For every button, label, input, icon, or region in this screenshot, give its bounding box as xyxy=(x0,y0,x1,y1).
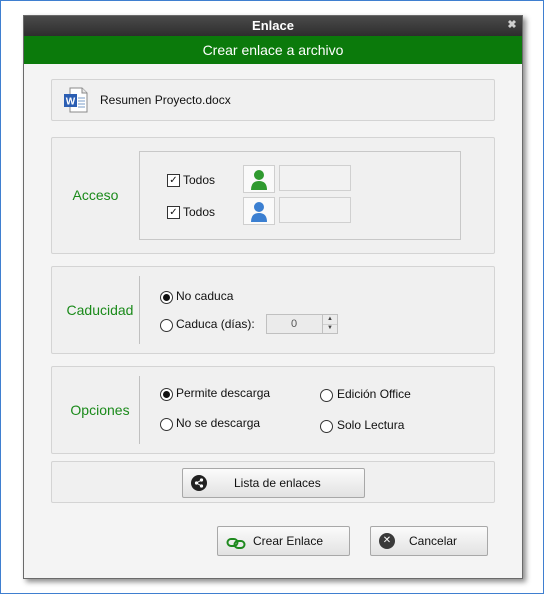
close-icon[interactable]: ✖ xyxy=(506,19,518,31)
days-stepper[interactable]: 0 ▲ ▼ xyxy=(266,314,338,334)
window-title: Enlace xyxy=(252,18,294,33)
radio-permite-descarga-label: Permite descarga xyxy=(176,386,271,400)
acceso-box: ✓ Todos ✓ Todos xyxy=(139,151,461,240)
radio-no-caduca[interactable] xyxy=(160,291,173,304)
create-link-label: Crear Enlace xyxy=(253,534,324,548)
cancel-icon: ✕ xyxy=(379,533,395,549)
word-document-icon: W xyxy=(64,87,88,113)
acceso-checkbox-1[interactable]: ✓ xyxy=(167,174,180,187)
opciones-divider xyxy=(139,376,140,444)
stepper-down-icon[interactable]: ▼ xyxy=(323,324,337,333)
acceso-checkbox-1-label: Todos xyxy=(183,173,216,187)
list-links-panel: Lista de enlaces xyxy=(51,461,495,503)
cancel-button[interactable]: ✕ Cancelar xyxy=(370,526,488,556)
days-stepper-buttons: ▲ ▼ xyxy=(322,315,337,333)
list-links-button[interactable]: Lista de enlaces xyxy=(182,468,365,498)
acceso-field-1[interactable] xyxy=(279,165,351,191)
user-green-icon xyxy=(251,170,267,190)
word-badge-letter: W xyxy=(66,97,76,108)
radio-caduca-dias[interactable] xyxy=(160,319,173,332)
radio-solo-lectura[interactable] xyxy=(320,420,333,433)
cancel-label: Cancelar xyxy=(409,534,458,548)
radio-edicion-office-label: Edición Office xyxy=(337,387,411,401)
days-value[interactable]: 0 xyxy=(267,315,321,333)
radio-no-caduca-label: No caduca xyxy=(176,289,234,303)
caducidad-panel: Caducidad No caduca Caduca (días): 0 ▲ ▼ xyxy=(51,266,495,354)
header-banner: Crear enlace a archivo xyxy=(24,36,522,64)
user-green-icon-box[interactable] xyxy=(243,165,275,193)
create-link-button[interactable]: Crear Enlace xyxy=(217,526,350,556)
acceso-label: Acceso xyxy=(72,187,119,203)
link-icon xyxy=(226,533,246,549)
share-icon xyxy=(191,475,207,491)
dialog-window: Enlace ✖ Crear enlace a archivo W Resume… xyxy=(23,15,523,579)
radio-caduca-dias-label: Caduca (días): xyxy=(176,317,255,331)
list-links-label: Lista de enlaces xyxy=(234,476,321,490)
title-bar: Enlace ✖ xyxy=(24,16,522,36)
radio-solo-lectura-label: Solo Lectura xyxy=(337,418,405,432)
user-blue-icon xyxy=(251,202,267,222)
opciones-label: Opciones xyxy=(70,402,130,418)
acceso-field-2[interactable] xyxy=(279,197,351,223)
caducidad-divider xyxy=(139,276,140,344)
opciones-panel: Opciones Permite descarga No se descarga… xyxy=(51,366,495,454)
acceso-checkbox-2[interactable]: ✓ xyxy=(167,206,180,219)
file-name: Resumen Proyecto.docx xyxy=(100,93,231,107)
radio-no-se-descarga-label: No se descarga xyxy=(176,416,261,430)
caducidad-label: Caducidad xyxy=(66,302,134,318)
screenshot-frame: Enlace ✖ Crear enlace a archivo W Resume… xyxy=(0,0,544,594)
acceso-checkbox-2-label: Todos xyxy=(183,205,216,219)
user-blue-icon-box[interactable] xyxy=(243,197,275,225)
radio-permite-descarga[interactable] xyxy=(160,388,173,401)
acceso-panel: Acceso ✓ Todos ✓ Todos xyxy=(51,137,495,254)
file-panel: W Resumen Proyecto.docx xyxy=(51,79,495,121)
radio-edicion-office[interactable] xyxy=(320,389,333,402)
radio-no-se-descarga[interactable] xyxy=(160,418,173,431)
